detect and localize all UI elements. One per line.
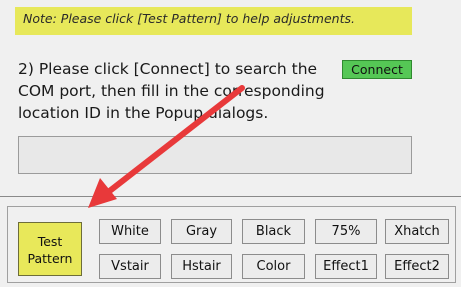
location-id-field[interactable] — [18, 136, 412, 174]
test-pattern-label-line1: Test — [37, 234, 63, 249]
75-percent-pattern-button[interactable]: 75% — [315, 219, 377, 244]
gray-pattern-button[interactable]: Gray — [171, 219, 232, 244]
test-pattern-label-line2: Pattern — [27, 251, 73, 266]
white-pattern-button[interactable]: White — [99, 219, 161, 244]
step2-instructions: 2) Please click [Connect] to search the … — [18, 60, 325, 122]
effect1-pattern-button[interactable]: Effect1 — [315, 254, 377, 279]
xhatch-pattern-button[interactable]: Xhatch — [385, 219, 449, 244]
test-pattern-button[interactable]: Test Pattern — [18, 222, 82, 276]
note-text: Note: Please click [Test Pattern] to hel… — [23, 11, 355, 26]
black-pattern-button[interactable]: Black — [242, 219, 305, 244]
vstair-pattern-button[interactable]: Vstair — [99, 254, 161, 279]
color-pattern-button[interactable]: Color — [242, 254, 305, 279]
effect2-pattern-button[interactable]: Effect2 — [385, 254, 449, 279]
connect-button[interactable]: Connect — [342, 60, 412, 79]
note-banner: Note: Please click [Test Pattern] to hel… — [15, 7, 412, 35]
hstair-pattern-button[interactable]: Hstair — [171, 254, 232, 279]
section-divider — [0, 196, 461, 197]
